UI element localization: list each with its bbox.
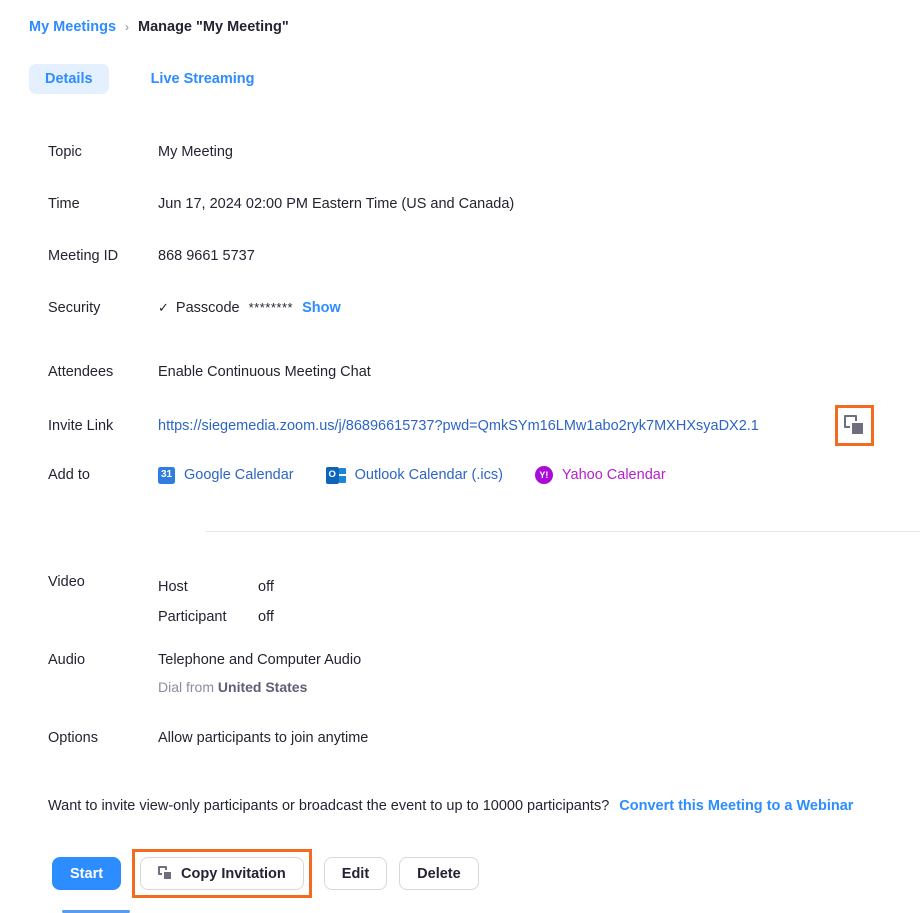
row-audio: Audio Telephone and Computer Audio Dial …	[0, 640, 921, 718]
row-add-to-calendar: Add to 31 Google Calendar O Outlook Cale…	[0, 448, 921, 512]
audio-label: Audio	[0, 650, 158, 670]
google-calendar-link[interactable]: 31 Google Calendar	[158, 465, 294, 485]
breadcrumb-current: Manage "My Meeting"	[138, 19, 289, 35]
video-value: Host off Participant off	[158, 572, 921, 632]
breadcrumb: My Meetings › Manage "My Meeting"	[29, 19, 289, 35]
copy-invitation-button[interactable]: Copy Invitation	[140, 857, 304, 890]
video-host-state: off	[258, 577, 274, 597]
delete-button[interactable]: Delete	[399, 857, 479, 890]
outlook-calendar-label: Outlook Calendar (.ics)	[355, 465, 503, 485]
copy-invitation-highlight: Copy Invitation	[132, 849, 312, 898]
tab-live-streaming[interactable]: Live Streaming	[135, 64, 271, 94]
webinar-notice-text: Want to invite view-only participants or…	[48, 798, 609, 814]
breadcrumb-my-meetings-link[interactable]: My Meetings	[29, 19, 116, 35]
copy-invitation-icon	[158, 866, 173, 881]
audio-primary-value: Telephone and Computer Audio	[158, 650, 921, 670]
invite-link-label: Invite Link	[0, 416, 158, 436]
webinar-notice: Want to invite view-only participants or…	[48, 798, 853, 814]
time-value: Jun 17, 2024 02:00 PM Eastern Time (US a…	[158, 194, 921, 214]
invite-link-value: https://siegemedia.zoom.us/j/86896615737…	[158, 416, 921, 436]
tab-bar: Details Live Streaming	[29, 64, 271, 94]
options-label: Options	[0, 728, 158, 748]
row-meeting-id: Meeting ID 868 9661 5737	[0, 226, 921, 278]
options-value: Allow participants to join anytime	[158, 728, 921, 748]
meeting-id-value: 868 9661 5737	[158, 246, 921, 266]
copy-invitation-icon-front-square	[162, 870, 173, 881]
audio-value: Telephone and Computer Audio Dial from U…	[158, 650, 921, 697]
audio-dial-prefix: Dial from	[158, 679, 218, 695]
audio-dial-from: Dial from United States	[158, 677, 921, 697]
video-participant-label: Participant	[158, 607, 258, 627]
video-host-label: Host	[158, 577, 258, 597]
invite-link-url[interactable]: https://siegemedia.zoom.us/j/86896615737…	[158, 416, 759, 436]
security-label: Security	[0, 298, 158, 318]
passcode-group: ✓ Passcode ******** Show	[158, 298, 921, 318]
show-passcode-link[interactable]: Show	[302, 298, 341, 318]
passcode-masked-value: ********	[249, 298, 293, 318]
meeting-id-label: Meeting ID	[0, 246, 158, 266]
row-time: Time Jun 17, 2024 02:00 PM Eastern Time …	[0, 174, 921, 226]
page-bottom-cutoff	[0, 906, 921, 913]
start-button[interactable]: Start	[52, 857, 121, 890]
attendees-value: Enable Continuous Meeting Chat	[158, 362, 921, 382]
row-invite-link: Invite Link https://siegemedia.zoom.us/j…	[0, 396, 921, 448]
row-attendees: Attendees Enable Continuous Meeting Chat	[0, 342, 921, 396]
check-icon: ✓	[158, 298, 169, 318]
calendar-link-list: 31 Google Calendar O Outlook Calendar (.…	[158, 465, 921, 485]
topic-value: My Meeting	[158, 142, 921, 162]
convert-to-webinar-link[interactable]: Convert this Meeting to a Webinar	[619, 798, 853, 814]
outlook-icon-letter: O	[326, 467, 339, 484]
outlook-icon-page	[339, 468, 346, 483]
copy-icon	[844, 415, 865, 436]
google-calendar-icon: 31	[158, 467, 175, 484]
time-label: Time	[0, 194, 158, 214]
meeting-details-page: My Meetings › Manage "My Meeting" Detail…	[0, 0, 921, 913]
row-security: Security ✓ Passcode ******** Show	[0, 278, 921, 342]
row-options: Options Allow participants to join anyti…	[0, 718, 921, 758]
outlook-calendar-link[interactable]: O Outlook Calendar (.ics)	[326, 465, 503, 485]
google-calendar-label: Google Calendar	[184, 465, 294, 485]
attendees-label: Attendees	[0, 362, 158, 382]
outlook-calendar-icon: O	[326, 467, 346, 484]
section-divider	[206, 531, 920, 532]
passcode-label: Passcode	[176, 298, 240, 318]
action-button-row: Start Copy Invitation Edit Delete	[52, 849, 479, 898]
audio-dial-country: United States	[218, 679, 307, 695]
row-video: Video Host off Participant off	[0, 562, 921, 640]
breadcrumb-separator-icon: ›	[125, 20, 129, 34]
details-section: Topic My Meeting Time Jun 17, 2024 02:00…	[0, 122, 921, 512]
yahoo-calendar-icon: Y!	[535, 466, 553, 484]
video-label: Video	[0, 572, 158, 592]
invite-link-inner: https://siegemedia.zoom.us/j/86896615737…	[158, 416, 921, 436]
copy-invitation-label: Copy Invitation	[181, 866, 286, 882]
topic-label: Topic	[0, 142, 158, 162]
video-participant-state: off	[258, 607, 274, 627]
lower-details-section: Video Host off Participant off Audio Tel…	[0, 562, 921, 758]
add-to-value: 31 Google Calendar O Outlook Calendar (.…	[158, 465, 921, 485]
yahoo-calendar-link[interactable]: Y! Yahoo Calendar	[535, 465, 666, 485]
tab-details[interactable]: Details	[29, 64, 109, 94]
security-value: ✓ Passcode ******** Show	[158, 298, 921, 318]
add-to-label: Add to	[0, 465, 158, 485]
video-host-line: Host off	[158, 572, 921, 602]
edit-button[interactable]: Edit	[324, 857, 387, 890]
copy-icon-front-square	[850, 421, 865, 436]
copy-invite-link-button[interactable]	[835, 405, 874, 446]
row-topic: Topic My Meeting	[0, 122, 921, 174]
video-participant-line: Participant off	[158, 602, 921, 632]
yahoo-calendar-label: Yahoo Calendar	[562, 465, 666, 485]
